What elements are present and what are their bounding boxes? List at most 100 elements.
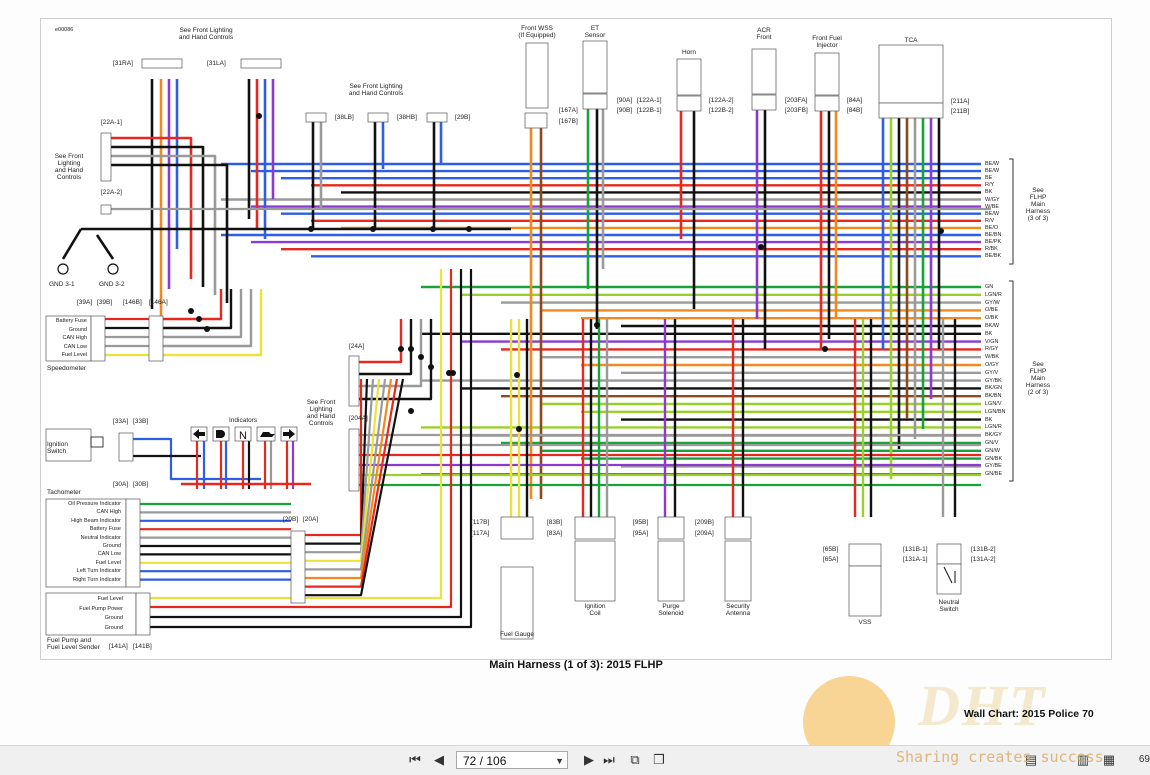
conn-141b: [141B] (133, 643, 152, 650)
document-viewer: N e00086 See Front Lighting and Hand Con… (0, 0, 1150, 745)
connector-22a1 (100, 132, 112, 182)
connector-22a2 (100, 204, 112, 215)
label-flhp-3of3: See FLHP Main Harness (3 of 3) (1025, 187, 1051, 222)
tach-pins-item: Battery Fuse (89, 526, 121, 533)
tach-pins-item: Left Turn Indicator (76, 568, 121, 575)
wire-label: BK/GN (985, 385, 1003, 392)
conn-131b1: [131B-1] (903, 546, 928, 553)
label-flhp-2of3: See FLHP Main Harness (2 of 3) (1025, 361, 1051, 396)
label-gnd-3-1: GND 3-1 (49, 281, 75, 288)
wire-label: O/BE (985, 307, 999, 314)
conn-84b: [84B] (847, 107, 863, 114)
conn-209a: [209A] (695, 530, 714, 537)
neutral-switch-box (936, 563, 962, 595)
wiring-diagram: N (45, 40, 1014, 640)
connector-fuel-injector (814, 52, 840, 96)
label-front-lighting-center: See Front Lighting and Hand Controls (306, 399, 336, 427)
wire-label: R/V (985, 217, 995, 224)
zoom-level[interactable]: 69 (1139, 754, 1150, 765)
wire-label: O/BK (985, 315, 999, 322)
connector-38hb (367, 112, 389, 123)
conn-146a: [146A] (149, 299, 168, 306)
conn-39b: [39B] (97, 299, 113, 306)
wire-label: BK (985, 330, 993, 337)
label-front-wss: Front WSS (If Equipped) (518, 25, 556, 39)
splice-dot (256, 113, 262, 119)
conn-203fa: [203FA] (785, 97, 808, 104)
page-selector[interactable]: 72 / 106 ▼ (456, 751, 568, 769)
first-page-icon[interactable]: ⏮ (406, 752, 424, 768)
connector-203 (751, 94, 777, 111)
connector-29b (426, 112, 448, 123)
wire-label: GY/BE (985, 463, 1002, 470)
conn-95b: [95B] (633, 519, 649, 526)
wire-label: BK (985, 416, 993, 423)
dht-logo-text: DHT (918, 673, 1047, 738)
conn-131b2: [131B-2] (971, 546, 996, 553)
fuel-pins-item: Fuel Pump Power (79, 605, 123, 612)
label-speedometer: Speedometer (47, 365, 87, 372)
splice-dot (398, 346, 404, 352)
conn-31la: [31LA] (207, 60, 226, 67)
wire-label: V/GN (985, 338, 999, 345)
neutral-n-icon: N (239, 430, 247, 442)
wire-label: W/BK (985, 354, 1000, 361)
previous-page-icon[interactable]: ◀ (430, 752, 448, 768)
label-security-antenna: Security Antenna (725, 603, 751, 617)
tach-pins-item: High Beam Indicator (71, 517, 121, 524)
conn-38lb: [38LB] (335, 114, 354, 121)
tach-pins-item: CAN Low (97, 551, 121, 558)
conn-122a2: [122A-2] (709, 97, 734, 104)
wire-label: GN/BE (985, 471, 1003, 478)
conn-30a: [30A] (113, 481, 129, 488)
chevron-down-icon: ▼ (555, 756, 564, 766)
connector-84 (814, 95, 840, 112)
wire-label: BE/W (985, 168, 1000, 175)
splice-dot (430, 226, 436, 232)
wire-label: R/Y (985, 182, 995, 189)
document-id: e00086 (55, 27, 74, 33)
wire (150, 269, 473, 629)
ground-icon-2 (107, 263, 119, 275)
splice-dot (428, 364, 434, 370)
conn-20a: [20A] (303, 516, 319, 523)
connector-117 (500, 516, 534, 540)
copy-icon[interactable]: ❐ (650, 752, 668, 768)
wire-label: LGN/R (985, 424, 1002, 431)
label-tachometer: Tachometer (47, 489, 81, 496)
conn-95a: [95A] (633, 530, 649, 537)
splice-dot (516, 426, 522, 432)
connector-211 (878, 102, 944, 119)
next-page-icon[interactable]: ▶ (580, 752, 598, 768)
last-page-icon[interactable]: ⏭ (600, 752, 618, 768)
conn-122b1: [122B-1] (637, 107, 662, 114)
tach-pins-item: Neutral Indicator (80, 534, 121, 541)
wire-label: R/BK (985, 246, 998, 253)
watermark-text: Sharing creates success (896, 748, 1104, 766)
conn-167b: [167B] (559, 118, 578, 125)
speedometer-pins-item: Ground (68, 326, 87, 333)
conn-84a: [84A] (847, 97, 863, 104)
label-front-fuel-injector: Front Fuel Injector (812, 35, 842, 49)
tach-pins-item: Fuel Level (95, 559, 121, 566)
conn-122b2: [122B-2] (709, 107, 734, 114)
high-beam-icon (216, 430, 225, 438)
connector-141 (135, 592, 151, 636)
vss-box (848, 565, 882, 617)
splice-dot (408, 346, 414, 352)
connector-209 (724, 516, 752, 540)
wire-label: GN (985, 284, 994, 290)
tach-pins-item: Right Turn Indicator (73, 576, 121, 583)
splice-dot (466, 226, 472, 232)
speedometer-pins-item: Fuel Level (61, 352, 87, 358)
connector-24a (348, 355, 360, 407)
conn-65b: [65B] (823, 546, 839, 553)
connector-30 (125, 498, 141, 588)
splice-dot (188, 308, 194, 314)
tach-pins-item: Oil Pressure Indicator (68, 501, 121, 507)
export-icon[interactable]: ⧉ (626, 752, 644, 768)
label-tca: TCA (904, 37, 918, 44)
conn-20b: [20B] (283, 516, 299, 523)
connector-131 (936, 543, 962, 565)
connector-et-sensor (582, 40, 608, 94)
